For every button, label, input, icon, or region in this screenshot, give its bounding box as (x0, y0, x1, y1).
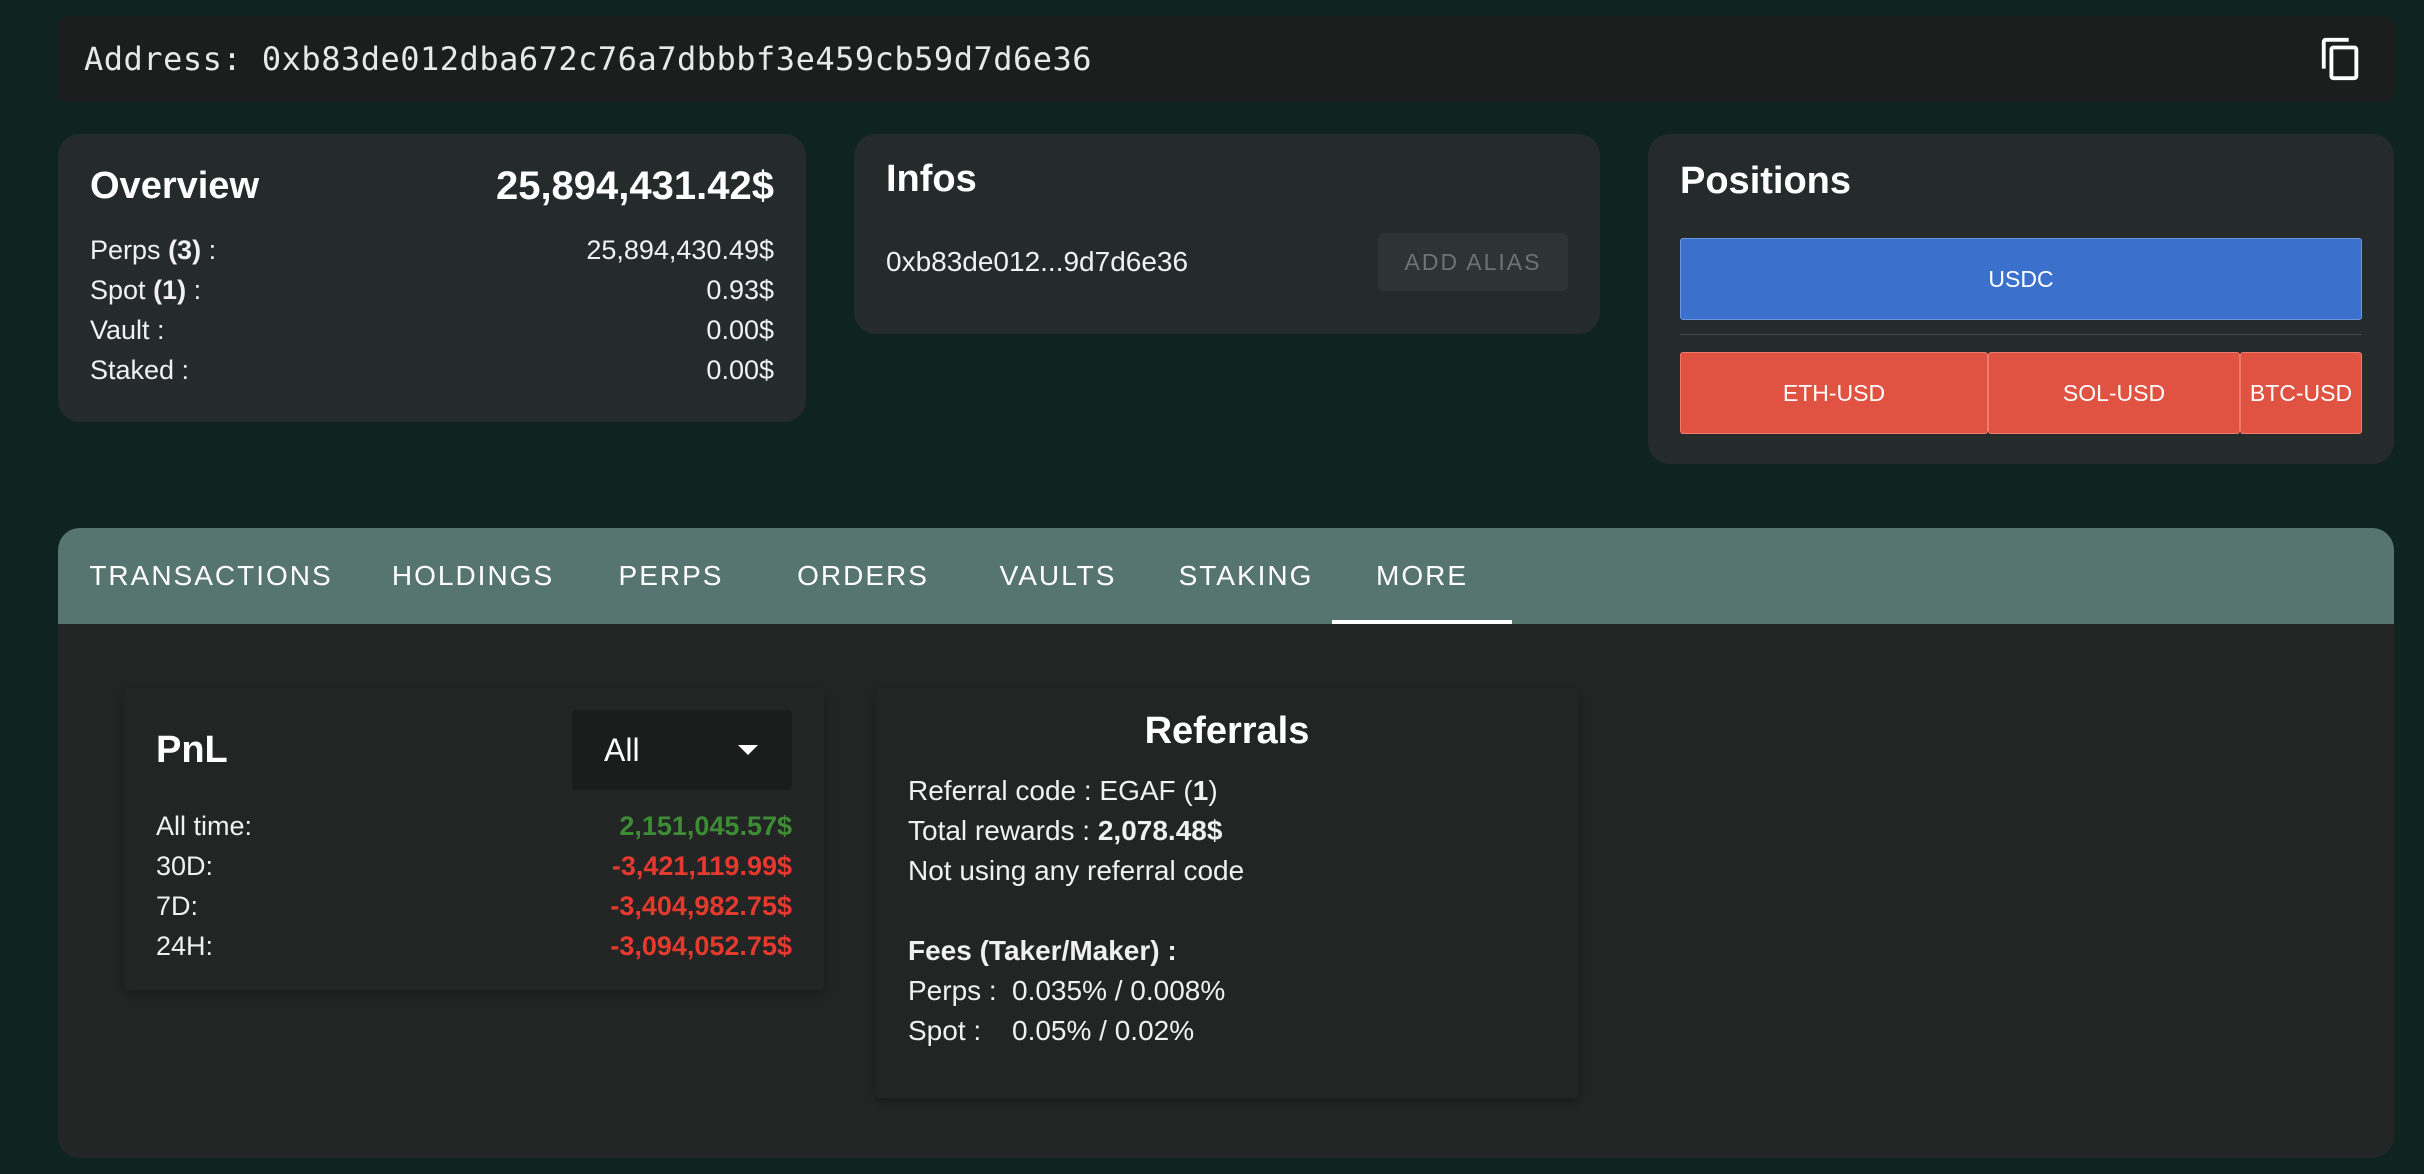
referral-status-line: Not using any referral code (908, 855, 1245, 886)
position-sol-usd-button[interactable]: SOL-USD (1988, 352, 2240, 434)
address-text: Address: 0xb83de012dba672c76a7dbbbf3e459… (84, 40, 1092, 78)
address-bar: Address: 0xb83de012dba672c76a7dbbbf3e459… (58, 16, 2394, 102)
fee-row-spot: Spot : 0.05% / 0.02% (908, 1011, 1546, 1051)
positions-title: Positions (1680, 160, 1852, 202)
pnl-row-all-time: All time: 2,151,045.57$ (156, 806, 792, 846)
referrals-title: Referrals (1144, 710, 1310, 752)
tab-vaults[interactable]: VAULTS (966, 528, 1150, 624)
pnl-row-7d: 7D: -3,404,982.75$ (156, 886, 792, 926)
fee-label: Perps : (908, 975, 997, 1006)
pnl-row-label: 7D: (156, 891, 199, 921)
pnl-period-select[interactable]: All (572, 710, 792, 790)
address-value: 0xb83de012dba672c76a7dbbbf3e459cb59d7d6e… (261, 40, 1093, 78)
pnl-title: PnL (156, 728, 228, 771)
positions-divider (1680, 334, 2362, 335)
tab-perps[interactable]: PERPS (582, 528, 760, 624)
fee-label: Spot : (908, 1015, 982, 1046)
pnl-row-24h: 24H: -3,094,052.75$ (156, 926, 792, 966)
position-btc-usd-button[interactable]: BTC-USD (2240, 352, 2362, 434)
overview-row-value: 25,894,430.49$ (586, 235, 774, 265)
tabs-bar: TRANSACTIONS HOLDINGS PERPS ORDERS VAULT… (58, 528, 2394, 624)
pnl-row-label: 24H: (156, 931, 214, 961)
infos-card: Infos 0xb83de012...9d7d6e36 ADD ALIAS (854, 134, 1600, 334)
tab-orders[interactable]: ORDERS (760, 528, 966, 624)
overview-row-value: 0.00$ (706, 315, 774, 345)
pnl-row-30d: 30D: -3,421,119.99$ (156, 846, 792, 886)
tab-transactions[interactable]: TRANSACTIONS (58, 528, 364, 624)
overview-row-value: 0.00$ (706, 355, 774, 385)
position-usdc-button[interactable]: USDC (1680, 238, 2362, 320)
overview-row-vault: Vault : 0.00$ (90, 310, 774, 350)
overview-row-value: 0.93$ (706, 275, 774, 305)
chevron-down-icon (738, 745, 758, 755)
overview-row-label: Perps (3) : (90, 235, 217, 265)
overview-card: Overview 25,894,431.42$ Perps (3) : 25,8… (58, 134, 806, 422)
pnl-row-value: -3,404,982.75$ (610, 891, 792, 921)
fee-value: 0.05% / 0.02% (1012, 1015, 1195, 1046)
overview-total: 25,894,431.42$ (495, 163, 774, 208)
fee-row-perps: Perps : 0.035% / 0.008% (908, 971, 1546, 1011)
overview-row-label: Vault : (90, 315, 165, 345)
position-eth-usd-button[interactable]: ETH-USD (1680, 352, 1988, 434)
copy-icon[interactable] (2318, 36, 2364, 82)
pnl-row-label: All time: (156, 811, 253, 841)
pnl-row-value: 2,151,045.57$ (619, 811, 792, 841)
overview-title: Overview (90, 164, 259, 207)
overview-row-perps: Perps (3) : 25,894,430.49$ (90, 230, 774, 270)
pnl-card: PnL All All time: 2,151,045.57$ 30D: -3,… (124, 688, 824, 990)
active-tab-indicator (1332, 620, 1512, 624)
tab-holdings[interactable]: HOLDINGS (364, 528, 582, 624)
add-alias-button[interactable]: ADD ALIAS (1378, 233, 1568, 291)
infos-short-address: 0xb83de012...9d7d6e36 (886, 246, 1189, 277)
overview-row-label: Spot (1) : (90, 275, 202, 305)
referral-code-line: Referral code : EGAF (1) (908, 775, 1218, 806)
positions-card: Positions USDC ETH-USD SOL-USD BTC-USD (1648, 134, 2394, 464)
total-rewards-line: Total rewards : 2,078.48$ (908, 815, 1223, 846)
pnl-select-value: All (604, 731, 640, 768)
tab-staking[interactable]: STAKING (1150, 528, 1342, 624)
overview-row-spot: Spot (1) : 0.93$ (90, 270, 774, 310)
pnl-row-value: -3,094,052.75$ (610, 931, 792, 961)
referrals-card: Referrals Referral code : EGAF (1) Total… (876, 688, 1578, 1098)
overview-row-label: Staked : (90, 355, 190, 385)
fee-value: 0.035% / 0.008% (1012, 975, 1226, 1006)
pnl-row-value: -3,421,119.99$ (611, 851, 792, 881)
fees-title: Fees (Taker/Maker) : (908, 935, 1177, 966)
overview-row-staked: Staked : 0.00$ (90, 350, 774, 390)
tab-more[interactable]: MORE (1332, 528, 1512, 624)
infos-title: Infos (886, 158, 977, 200)
pnl-row-label: 30D: (156, 851, 214, 881)
address-prefix: Address: (84, 40, 243, 78)
